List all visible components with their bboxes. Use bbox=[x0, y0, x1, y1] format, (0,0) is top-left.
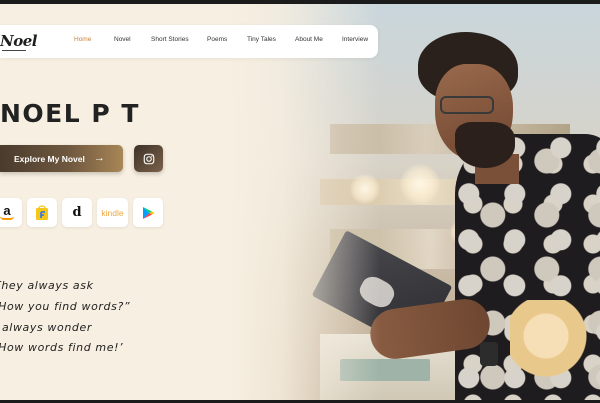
nav-link-short-stories[interactable]: Short Stories bbox=[151, 36, 189, 43]
explore-novel-button[interactable]: Explore My Novel → bbox=[0, 145, 123, 172]
hero-title: NOEL P T bbox=[0, 99, 140, 128]
light-bokeh bbox=[400, 164, 440, 204]
instagram-button[interactable] bbox=[134, 145, 163, 172]
flipkart-icon bbox=[36, 204, 48, 220]
amazon-store-link[interactable]: a bbox=[0, 198, 22, 227]
kindle-store-link[interactable]: kindle bbox=[97, 198, 128, 227]
google-play-icon bbox=[142, 206, 154, 219]
flower bbox=[510, 300, 600, 390]
instagram-icon bbox=[143, 153, 154, 164]
quote-line: I always wonder bbox=[0, 321, 92, 334]
man-beard bbox=[455, 122, 515, 168]
quote-line: ‘How you find words?” bbox=[0, 300, 131, 313]
photo-fade-overlay bbox=[230, 4, 380, 400]
dailyhunt-icon: d bbox=[72, 205, 82, 220]
amazon-smile bbox=[0, 216, 14, 220]
quote-line: They always ask bbox=[0, 279, 94, 292]
arrow-right-icon: → bbox=[93, 152, 105, 164]
nav-link-home[interactable]: Home bbox=[74, 36, 91, 43]
top-navbar: Noel Home Novel Short Stories Poems Tiny… bbox=[0, 25, 378, 58]
logo-underline bbox=[2, 50, 26, 51]
logo-text: Noel bbox=[0, 32, 37, 50]
nav-link-interview[interactable]: Interview bbox=[342, 36, 368, 43]
glasses bbox=[440, 96, 494, 114]
wristwatch bbox=[480, 342, 498, 366]
quote-line: ‘How words find me!’ bbox=[0, 341, 124, 354]
nav-link-tiny-tales[interactable]: Tiny Tales bbox=[247, 36, 276, 43]
kindle-icon: kindle bbox=[101, 207, 124, 218]
site-logo[interactable]: Noel bbox=[0, 28, 37, 54]
google-play-store-link[interactable] bbox=[133, 198, 163, 227]
nav-link-poems[interactable]: Poems bbox=[207, 36, 227, 43]
explore-novel-label: Explore My Novel bbox=[14, 153, 85, 164]
page: Noel Home Novel Short Stories Poems Tiny… bbox=[0, 4, 600, 400]
nav-link-about-me[interactable]: About Me bbox=[295, 36, 323, 43]
flipkart-store-link[interactable] bbox=[27, 198, 57, 227]
dailyhunt-store-link[interactable]: d bbox=[62, 198, 92, 227]
nav-link-novel[interactable]: Novel bbox=[114, 36, 131, 43]
